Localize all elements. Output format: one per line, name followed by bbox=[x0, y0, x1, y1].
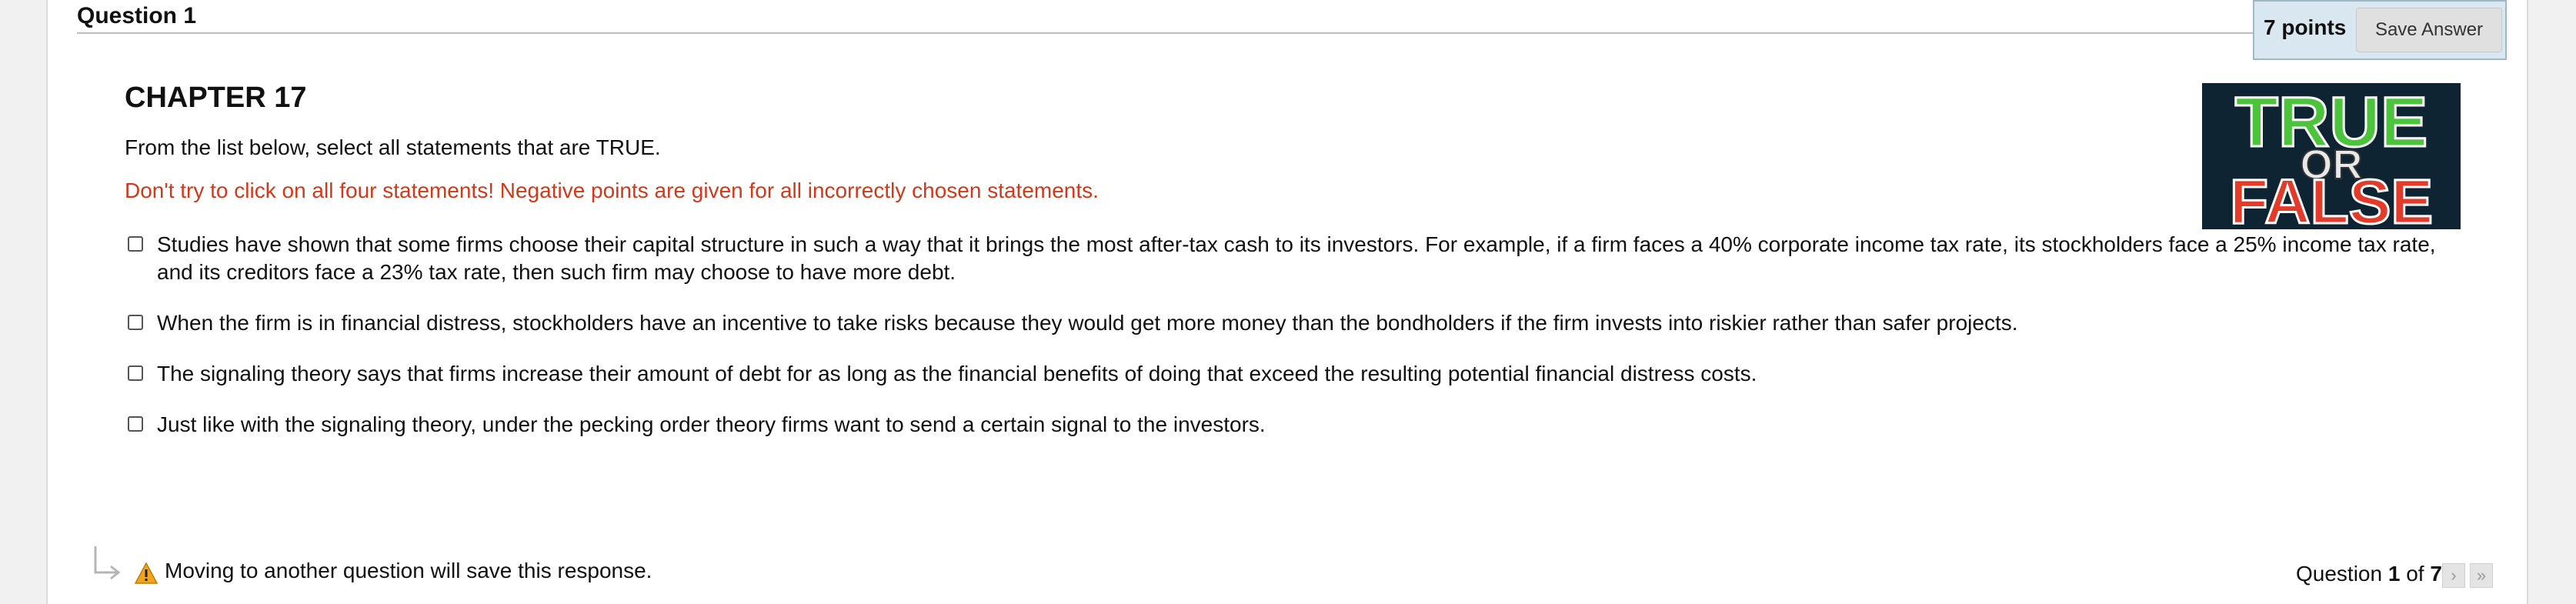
nav-of: of bbox=[2400, 562, 2431, 586]
last-question-button[interactable]: » bbox=[2470, 563, 2493, 588]
statement-checkbox[interactable] bbox=[128, 236, 143, 252]
title-divider bbox=[77, 32, 2259, 34]
statement-text: Just like with the signaling theory, und… bbox=[157, 412, 1266, 436]
statement-text: The signaling theory says that firms inc… bbox=[157, 362, 1757, 385]
chapter-heading: CHAPTER 17 bbox=[125, 82, 307, 114]
warning-text: Don't try to click on all four statement… bbox=[125, 179, 1099, 202]
statement-option[interactable]: The signaling theory says that firms inc… bbox=[125, 360, 2448, 388]
nav-total: 7 bbox=[2430, 562, 2442, 586]
points-box: 7 points Save Answer bbox=[2253, 0, 2507, 60]
false-word: FALSE bbox=[2230, 167, 2433, 229]
save-answer-button[interactable]: Save Answer bbox=[2356, 8, 2502, 52]
nav-prefix: Question bbox=[2296, 562, 2388, 586]
statement-option[interactable]: When the firm is in financial distress, … bbox=[125, 309, 2448, 337]
statement-checkbox[interactable] bbox=[128, 416, 143, 432]
warning-icon bbox=[134, 562, 158, 584]
statement-text: Studies have shown that some firms choos… bbox=[157, 232, 2436, 284]
instruction-text: From the list below, select all statemen… bbox=[125, 135, 661, 159]
statement-checkbox[interactable] bbox=[128, 365, 143, 381]
statement-text: When the firm is in financial distress, … bbox=[157, 311, 2018, 335]
question-navigation-status: Question 1 of 7 bbox=[2296, 562, 2442, 586]
statement-checkbox[interactable] bbox=[128, 315, 143, 330]
true-or-false-image: TRUE OR FALSE bbox=[2202, 83, 2461, 229]
question-title: Question 1 bbox=[77, 3, 197, 28]
nav-current: 1 bbox=[2387, 562, 2401, 586]
next-question-button[interactable]: › bbox=[2442, 563, 2465, 588]
statement-option[interactable]: Just like with the signaling theory, und… bbox=[125, 411, 2448, 439]
question-panel bbox=[46, 0, 2528, 604]
save-note: Moving to another question will save thi… bbox=[165, 559, 652, 582]
points-label: 7 points bbox=[2264, 15, 2347, 39]
return-arrow-icon bbox=[94, 546, 121, 580]
statement-option[interactable]: Studies have shown that some firms choos… bbox=[125, 231, 2448, 286]
true-or-false-graphic: TRUE OR FALSE bbox=[2202, 83, 2461, 229]
